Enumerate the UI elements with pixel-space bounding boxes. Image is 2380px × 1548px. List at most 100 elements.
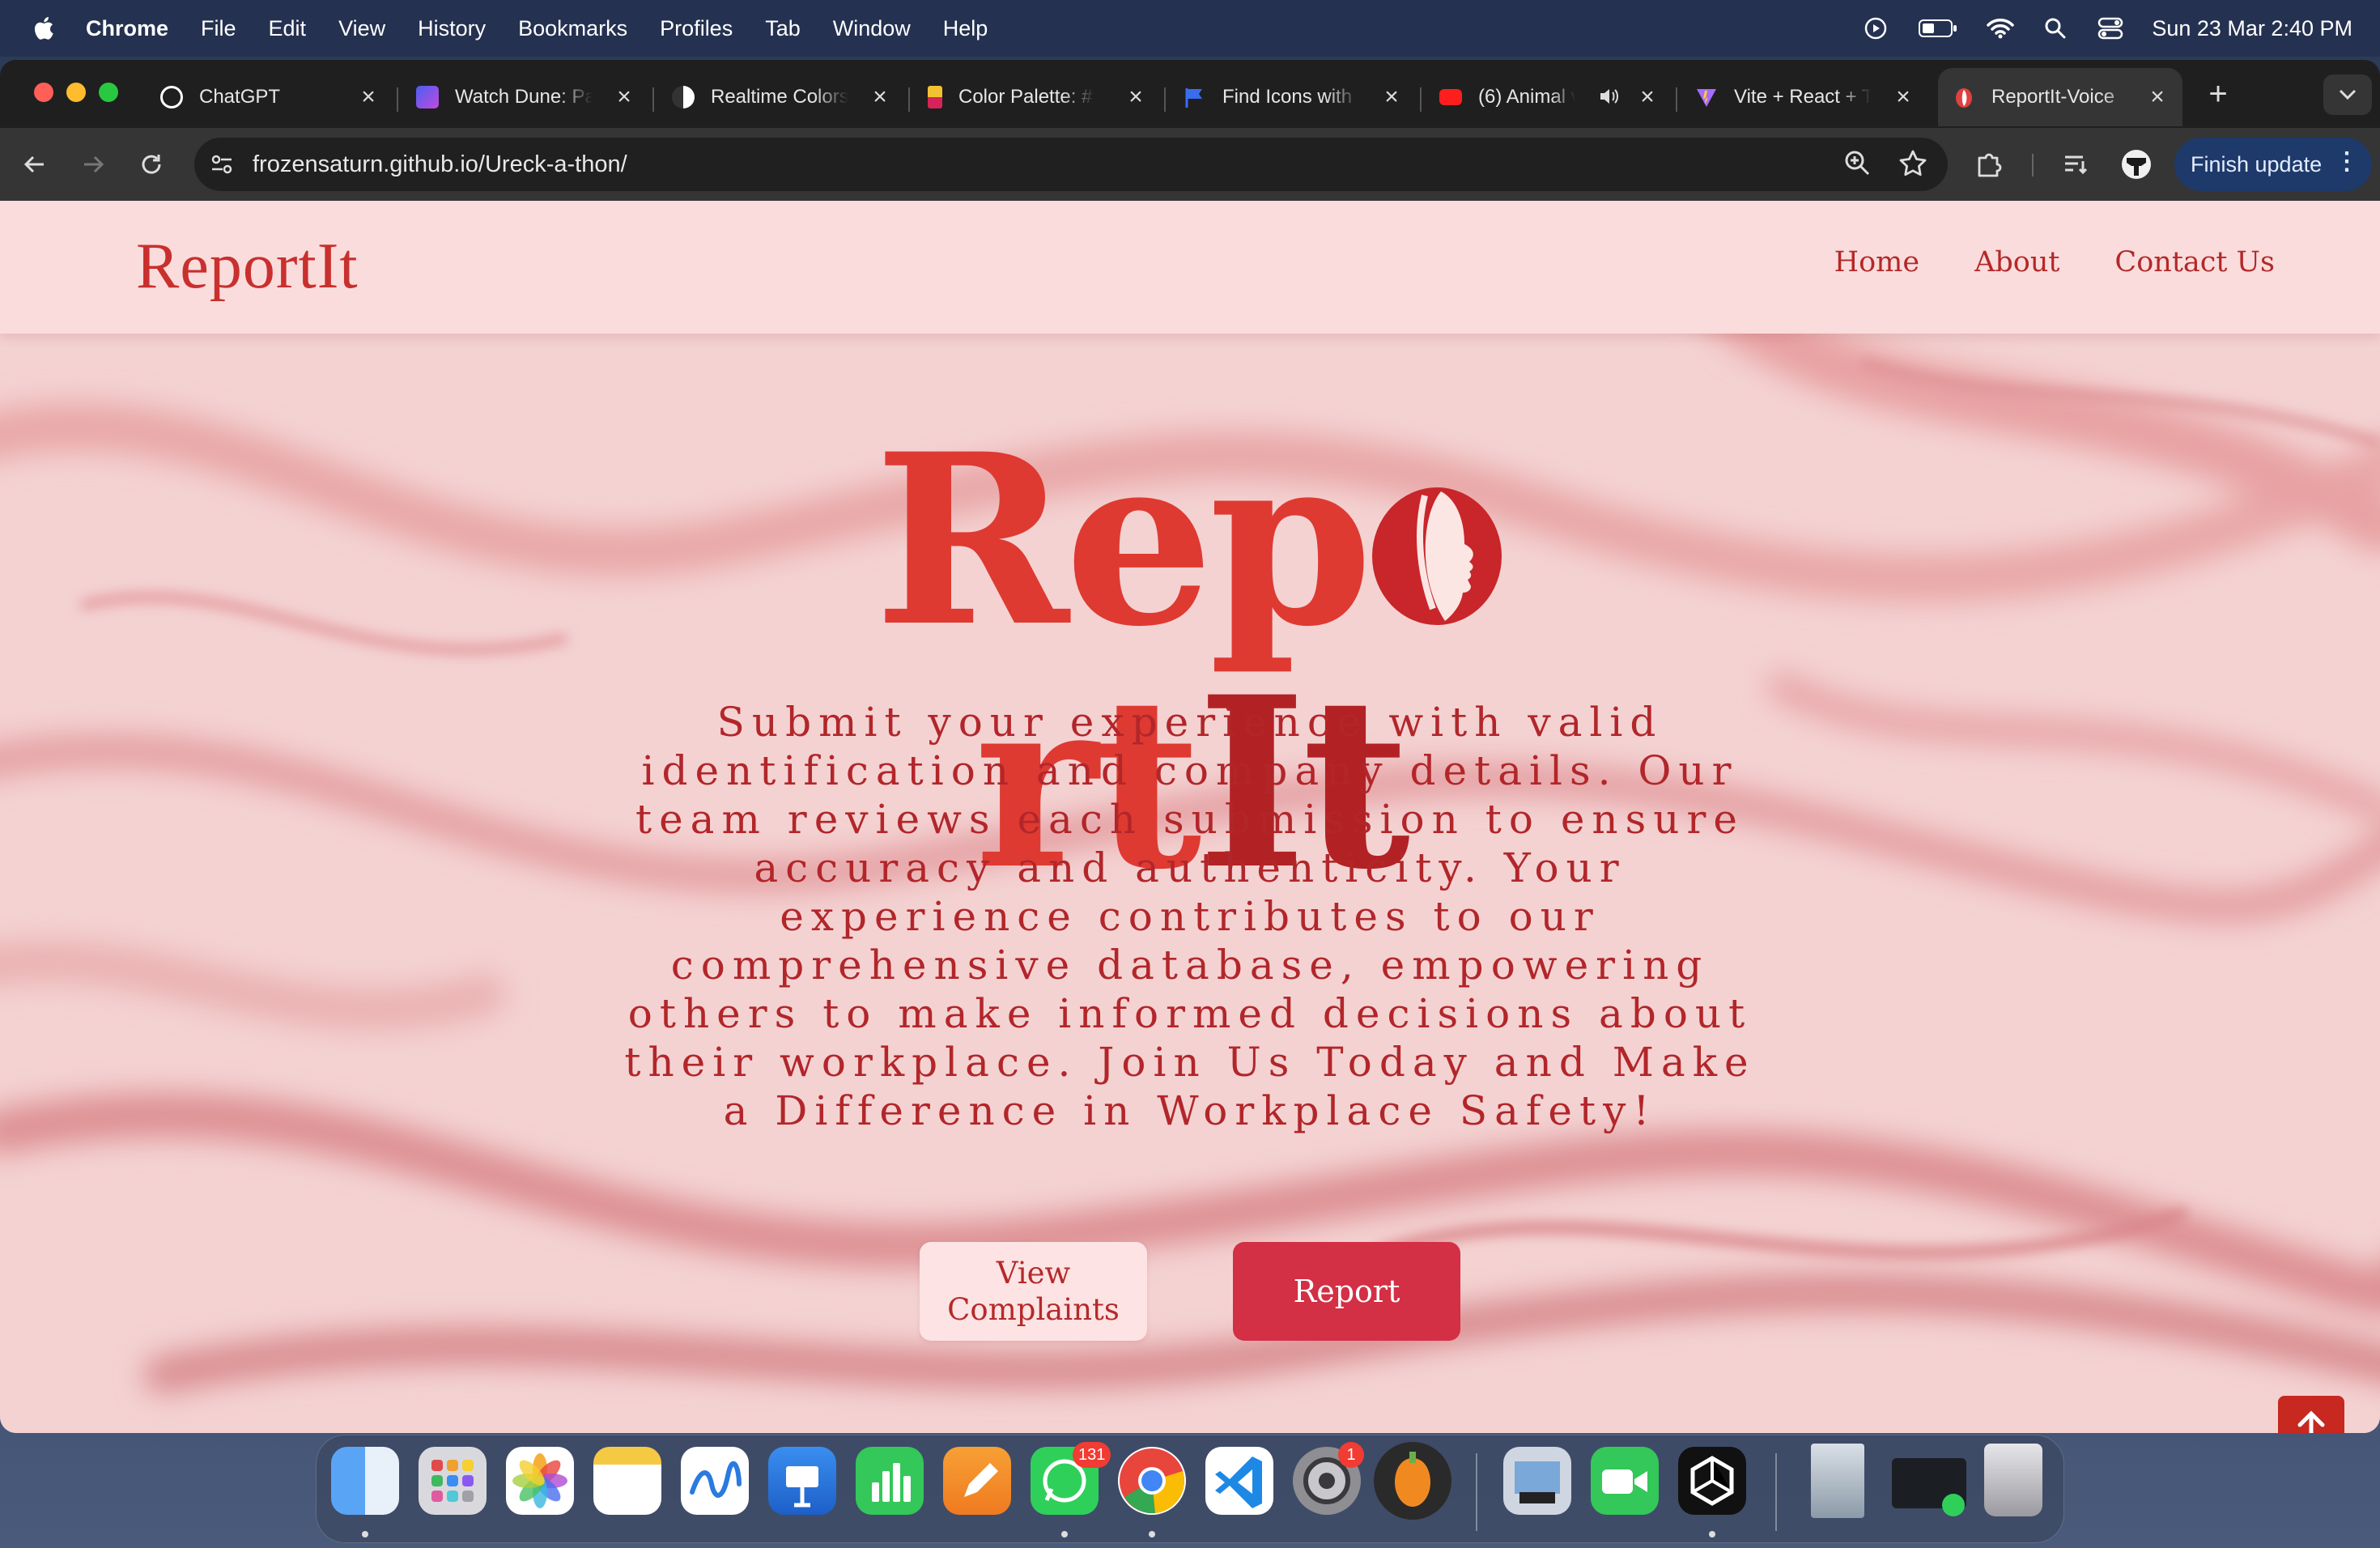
chrome-icon[interactable]: [1118, 1447, 1186, 1515]
close-tab-icon[interactable]: ×: [1379, 83, 1404, 111]
face-silhouette-icon: [1368, 426, 1506, 625]
hero-logo-text-rep: Rep: [873, 403, 1373, 678]
keynote-icon[interactable]: [768, 1447, 836, 1515]
tab-vite-react[interactable]: Vite + React + TS ×: [1695, 68, 1915, 126]
preview-icon[interactable]: [1503, 1447, 1571, 1515]
nav-contact-link[interactable]: Contact Us: [2114, 246, 2275, 279]
facetime-icon[interactable]: [1591, 1447, 1659, 1515]
apple-icon[interactable]: [31, 15, 57, 42]
menu-help[interactable]: Help: [943, 16, 988, 41]
profile-avatar-icon[interactable]: [2118, 146, 2155, 183]
bookmark-star-icon[interactable]: [1898, 148, 1928, 183]
browser-toolbar: frozensaturn.github.io/Ureck-a-thon/ Fin…: [0, 128, 2380, 201]
close-tab-icon[interactable]: ×: [868, 83, 892, 111]
finder-icon[interactable]: [331, 1447, 399, 1515]
close-tab-icon[interactable]: ×: [2145, 83, 2170, 111]
url-text[interactable]: frozensaturn.github.io/Ureck-a-thon/: [253, 151, 627, 178]
extensions-puzzle-icon[interactable]: [1970, 146, 2008, 183]
close-tab-icon[interactable]: ×: [356, 83, 380, 111]
tab-title: Color Palette: #: [958, 86, 1093, 108]
tab-strip: ChatGPT × Watch Dune: Part Two × Realtim…: [0, 60, 2380, 128]
menu-file[interactable]: File: [201, 16, 236, 41]
tab-reportit-active[interactable]: ReportIt-Voice ×: [1938, 68, 2182, 126]
notes-icon[interactable]: [593, 1447, 661, 1515]
site-nav-links: Home About Contact Us: [1834, 246, 2275, 279]
menu-edit[interactable]: Edit: [269, 16, 307, 41]
whatsapp-badge: 131: [1073, 1442, 1111, 1468]
tab-title: (6) Animal videos: [1478, 86, 1575, 108]
report-button[interactable]: Report: [1233, 1242, 1460, 1341]
photos-icon[interactable]: [506, 1447, 574, 1515]
trash-icon[interactable]: [1984, 1444, 2042, 1516]
menubar-clock[interactable]: Sun 23 Mar 2:40 PM: [2152, 16, 2352, 41]
screenshot-thumb-icon[interactable]: [1892, 1458, 1966, 1516]
site-info-icon[interactable]: [206, 148, 238, 181]
freeform-icon[interactable]: [681, 1447, 749, 1515]
zoom-icon[interactable]: [1842, 148, 1873, 183]
tab-color-palette[interactable]: Color Palette: # ×: [928, 68, 1148, 126]
photo-thumb-icon[interactable]: [1811, 1444, 1864, 1518]
vite-favicon-icon: [1695, 86, 1718, 108]
numbers-icon[interactable]: [856, 1447, 924, 1515]
vscode-icon[interactable]: [1205, 1447, 1273, 1515]
garageband-icon[interactable]: [1374, 1442, 1451, 1520]
wifi-icon[interactable]: [1987, 15, 2015, 42]
spotlight-search-icon[interactable]: [2042, 15, 2069, 42]
reload-icon[interactable]: [133, 146, 170, 183]
launchpad-icon[interactable]: [419, 1447, 487, 1515]
pages-icon[interactable]: [943, 1447, 1011, 1515]
unity-icon[interactable]: [1678, 1447, 1746, 1515]
site-navbar: ReportIt Home About Contact Us: [0, 201, 2380, 334]
tab-chatgpt[interactable]: ChatGPT ×: [160, 68, 380, 126]
maximize-window-icon[interactable]: [99, 83, 118, 102]
view-complaints-button[interactable]: View Complaints: [920, 1242, 1147, 1341]
finish-update-button[interactable]: Finish update ⋮: [2174, 138, 2372, 191]
arrow-up-icon: [2297, 1410, 2325, 1433]
tab-divider: [652, 87, 654, 112]
menu-window[interactable]: Window: [833, 16, 911, 41]
reading-list-icon[interactable]: [2058, 146, 2095, 183]
menu-history[interactable]: History: [418, 16, 486, 41]
back-arrow-icon[interactable]: [16, 146, 53, 183]
more-menu-icon[interactable]: ⋮: [2335, 147, 2359, 176]
realtime-colors-favicon-icon: [672, 86, 695, 108]
tab-watch-dune[interactable]: Watch Dune: Part Two ×: [416, 68, 636, 126]
tab-find-icons[interactable]: Find Icons with ×: [1184, 68, 1404, 126]
address-bar[interactable]: frozensaturn.github.io/Ureck-a-thon/: [194, 138, 1948, 191]
nav-about-link[interactable]: About: [1974, 246, 2059, 279]
forward-arrow-icon[interactable]: [74, 146, 112, 183]
menu-app-name[interactable]: Chrome: [86, 16, 168, 41]
whatsapp-mini-icon: [1942, 1494, 1965, 1516]
finish-update-label: Finish update: [2191, 151, 2323, 176]
control-center-icon[interactable]: [2097, 15, 2124, 42]
whatsapp-icon[interactable]: 131: [1031, 1442, 1111, 1515]
close-window-icon[interactable]: [34, 83, 53, 102]
menu-view[interactable]: View: [338, 16, 385, 41]
close-tab-icon[interactable]: ×: [612, 83, 636, 111]
hero-logo: ReprtIt: [664, 419, 1716, 905]
battery-icon[interactable]: [1917, 15, 1959, 42]
menu-bookmarks[interactable]: Bookmarks: [518, 16, 627, 41]
minimize-window-icon[interactable]: [66, 83, 86, 102]
system-settings-icon[interactable]: 1: [1293, 1442, 1364, 1515]
scroll-to-top-button[interactable]: [2278, 1396, 2344, 1433]
tab-youtube-animal[interactable]: (6) Animal videos ×: [1439, 68, 1660, 126]
nav-home-link[interactable]: Home: [1834, 246, 1920, 279]
close-tab-icon[interactable]: ×: [1891, 83, 1915, 111]
new-tab-icon[interactable]: +: [2200, 76, 2236, 113]
tab-divider: [397, 87, 398, 112]
menu-profiles[interactable]: Profiles: [660, 16, 733, 41]
dock-divider: [1775, 1453, 1777, 1531]
window-controls: [34, 83, 118, 102]
running-indicator: [1149, 1531, 1155, 1537]
menu-tab[interactable]: Tab: [765, 16, 801, 41]
tab-title: Vite + React + TS: [1734, 86, 1872, 108]
close-tab-icon[interactable]: ×: [1124, 83, 1148, 111]
site-brand-logo[interactable]: ReportIt: [136, 230, 359, 304]
youtube-favicon-icon: [1439, 89, 1462, 105]
now-playing-icon[interactable]: [1862, 15, 1889, 42]
speaker-audio-icon[interactable]: [1598, 86, 1619, 113]
close-tab-icon[interactable]: ×: [1635, 83, 1660, 111]
tab-realtime-colors[interactable]: Realtime Colors ×: [672, 68, 892, 126]
tab-search-dropdown-icon[interactable]: [2323, 74, 2372, 115]
